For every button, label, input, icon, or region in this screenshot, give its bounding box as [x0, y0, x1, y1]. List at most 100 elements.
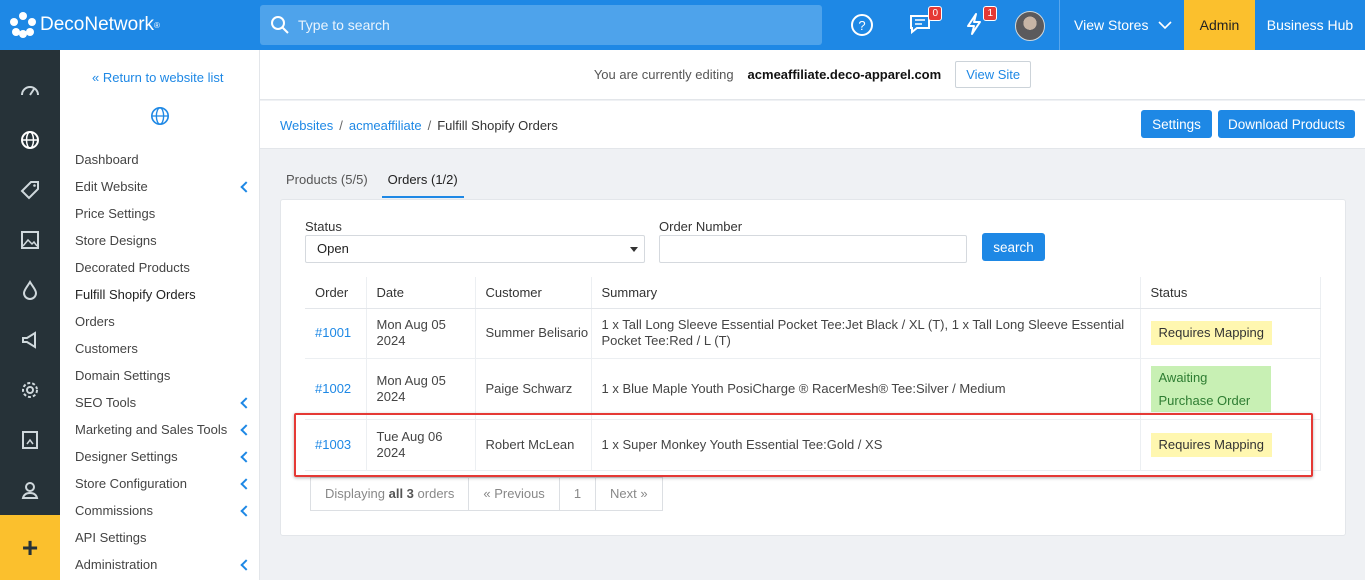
search-box[interactable]: [260, 5, 822, 45]
top-bar: DecoNetwork® ? 0 1 View Stores Admin Bus…: [0, 0, 1365, 50]
search-icon: [271, 16, 289, 34]
globe-icon[interactable]: [19, 129, 41, 151]
sidebar-item-administration[interactable]: Administration: [75, 555, 260, 580]
chevron-left-icon: [240, 424, 252, 436]
dashboard-gauge-icon[interactable]: [19, 80, 41, 102]
page-1-button[interactable]: 1: [560, 478, 597, 510]
sidebar-item-api-settings[interactable]: API Settings: [75, 528, 260, 555]
col-order: Order: [305, 277, 367, 309]
chevron-left-icon: [240, 559, 252, 571]
order-summary: 1 x Blue Maple Youth PosiCharge ® RacerM…: [591, 358, 1141, 420]
messages-button[interactable]: 0: [908, 6, 942, 38]
col-status: Status: [1140, 277, 1321, 309]
user-icon[interactable]: [19, 479, 41, 501]
order-date: Mon Aug 05 2024: [366, 308, 476, 359]
chevron-left-icon: [240, 181, 252, 193]
help-icon[interactable]: ?: [849, 12, 875, 38]
status-filter-label: Status: [305, 219, 342, 234]
svg-text:?: ?: [858, 18, 865, 33]
sidebar-item-fulfill-shopify-orders[interactable]: Fulfill Shopify Orders: [75, 285, 260, 312]
admin-button[interactable]: Admin: [1184, 0, 1255, 50]
sidebar-item-store-configuration[interactable]: Store Configuration: [75, 474, 260, 501]
order-link[interactable]: #1001: [315, 325, 351, 340]
table-row[interactable]: #1001 Mon Aug 05 2024 Summer Belisario 1…: [305, 308, 1321, 359]
sidebar-menu: Dashboard Edit Website Price Settings St…: [75, 150, 260, 580]
breadcrumb-bar: Websites / acmeaffiliate / Fulfill Shopify O…: [260, 101, 1365, 149]
tab-orders[interactable]: Orders (1/2): [381, 162, 464, 198]
sidebar-item-seo-tools[interactable]: SEO Tools: [75, 393, 260, 420]
col-date: Date: [366, 277, 476, 309]
sidebar-item-store-designs[interactable]: Store Designs: [75, 231, 260, 258]
deconetwork-logo-icon: [10, 12, 36, 38]
sidebar-item-edit-website[interactable]: Edit Website: [75, 177, 260, 204]
brand-name: DecoNetwork: [40, 14, 155, 35]
tab-bar: Products (5/5) Orders (1/2): [280, 162, 472, 198]
sidebar-item-commissions[interactable]: Commissions: [75, 501, 260, 528]
status-badge: Awaiting Purchase Order: [1150, 365, 1271, 412]
status-select[interactable]: Open: [305, 235, 645, 263]
order-summary: 1 x Tall Long Sleeve Essential Pocket Te…: [591, 308, 1141, 359]
alerts-button[interactable]: 1: [963, 6, 997, 38]
order-number-input[interactable]: [659, 235, 967, 263]
sidebar-item-price-settings[interactable]: Price Settings: [75, 204, 260, 231]
tab-products[interactable]: Products (5/5): [280, 162, 374, 198]
editing-bar: You are currently editing acmeaffiliate.…: [260, 50, 1365, 100]
icon-rail: +: [0, 50, 60, 580]
user-avatar[interactable]: [1015, 11, 1045, 41]
order-number-label: Order Number: [659, 219, 743, 234]
col-customer: Customer: [475, 277, 592, 309]
breadcrumb-site-link[interactable]: acmeaffiliate: [349, 118, 422, 133]
sidebar-item-designer-settings[interactable]: Designer Settings: [75, 447, 260, 474]
sidebar-item-dashboard[interactable]: Dashboard: [75, 150, 260, 177]
drop-icon[interactable]: [19, 279, 41, 301]
table-row[interactable]: #1002 Mon Aug 05 2024 Paige Schwarz 1 x …: [305, 358, 1321, 420]
return-to-website-list-link[interactable]: « Return to website list: [92, 70, 224, 85]
view-site-button[interactable]: View Site: [955, 61, 1032, 88]
storefront-icon[interactable]: [19, 429, 41, 451]
chevron-down-icon: [1158, 21, 1173, 30]
pagination: Displaying all 3 orders « Previous 1 Nex…: [310, 477, 663, 511]
chevron-left-icon: [240, 505, 252, 517]
order-link[interactable]: #1002: [315, 381, 351, 396]
tag-icon[interactable]: [19, 179, 41, 201]
alerts-count-badge: 1: [983, 6, 997, 21]
breadcrumb-current: Fulfill Shopify Orders: [437, 118, 558, 133]
settings-button[interactable]: Settings: [1141, 110, 1212, 138]
editing-prefix: You are currently editing: [593, 67, 734, 82]
megaphone-icon[interactable]: [19, 329, 41, 351]
col-summary: Summary: [591, 277, 1141, 309]
business-hub-button[interactable]: Business Hub: [1255, 0, 1365, 50]
chevron-left-icon: [240, 451, 252, 463]
status-badge: Requires Mapping: [1150, 321, 1273, 345]
table-header-row: Order Date Customer Summary Status: [305, 277, 1321, 309]
messages-count-badge: 0: [928, 6, 942, 21]
sidebar-item-customers[interactable]: Customers: [75, 339, 260, 366]
search-button[interactable]: search: [982, 233, 1045, 261]
brand-logo[interactable]: DecoNetwork ®: [10, 12, 160, 38]
image-icon[interactable]: [19, 229, 41, 251]
sidebar-item-orders[interactable]: Orders: [75, 312, 260, 339]
order-customer: Summer Belisario: [475, 308, 592, 359]
add-button[interactable]: +: [0, 515, 60, 580]
view-stores-label: View Stores: [1074, 17, 1149, 33]
order-date: Mon Aug 05 2024: [366, 358, 476, 420]
sidebar-item-domain-settings[interactable]: Domain Settings: [75, 366, 260, 393]
view-stores-dropdown[interactable]: View Stores: [1059, 0, 1184, 50]
search-input[interactable]: [298, 17, 798, 33]
sidebar-item-marketing-and-sales-tools[interactable]: Marketing and Sales Tools: [75, 420, 260, 447]
order-customer: Paige Schwarz: [475, 358, 592, 420]
chevron-left-icon: [240, 478, 252, 490]
gear-icon[interactable]: [19, 379, 41, 401]
editing-site-domain: acmeaffiliate.deco-apparel.com: [747, 67, 942, 82]
download-products-button[interactable]: Download Products: [1218, 110, 1355, 138]
orders-panel: Status Open Order Number search Order Da…: [280, 199, 1346, 536]
caret-down-icon: [630, 247, 638, 252]
highlight-box: [294, 413, 1313, 477]
breadcrumb-websites-link[interactable]: Websites: [280, 118, 333, 133]
sidebar-item-decorated-products[interactable]: Decorated Products: [75, 258, 260, 285]
pagination-summary: Displaying all 3 orders: [311, 478, 470, 510]
next-page-button[interactable]: Next »: [596, 478, 662, 510]
previous-page-button[interactable]: « Previous: [469, 478, 560, 510]
website-sidebar: « Return to website list Dashboard Edit …: [60, 50, 260, 580]
breadcrumb: Websites / acmeaffiliate / Fulfill Shopify O…: [280, 118, 558, 133]
